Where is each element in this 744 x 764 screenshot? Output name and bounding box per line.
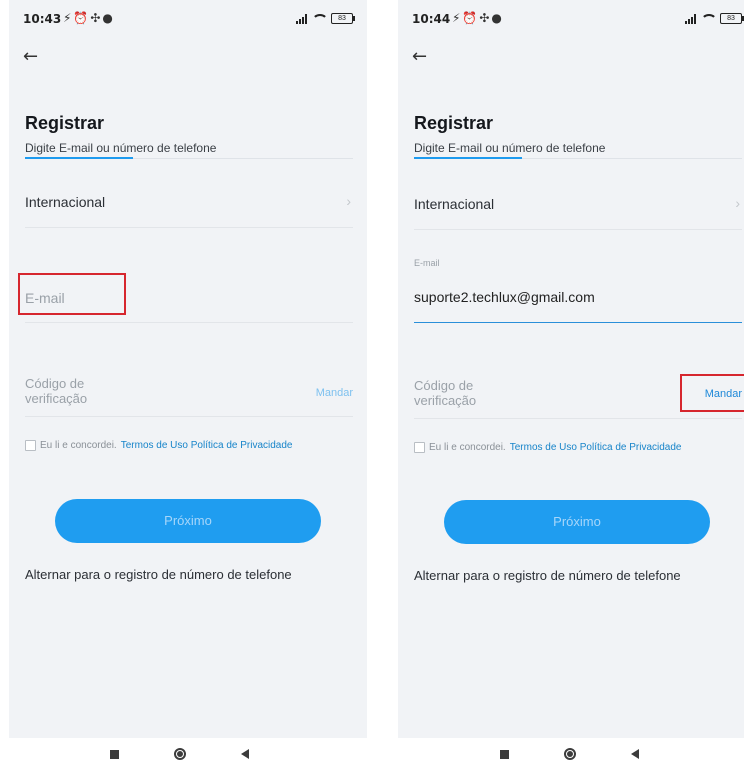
recent-apps-icon[interactable]: [500, 749, 509, 759]
back-triangle-icon[interactable]: [241, 749, 249, 759]
notification-icons: ⚡⏰✣●: [452, 11, 504, 25]
region-selector[interactable]: Internacional ›: [414, 190, 742, 220]
chevron-right-icon: ›: [735, 195, 740, 211]
status-bar: 10:43 ⚡⏰✣● 83: [23, 11, 355, 29]
region-label: Internacional: [414, 196, 495, 212]
divider: [25, 227, 353, 228]
status-right: 83: [296, 13, 355, 24]
wifi-icon: [312, 13, 326, 24]
code-underline: [25, 416, 353, 417]
agreement-row: Eu li e concordei. Termos de Uso Polític…: [414, 442, 681, 453]
recent-apps-icon[interactable]: [110, 749, 119, 759]
signal-icon: [685, 13, 696, 24]
divider: [414, 229, 742, 230]
back-arrow-icon[interactable]: ←: [23, 46, 38, 67]
status-right: 83: [685, 13, 744, 24]
email-underline-focused: [414, 322, 742, 323]
battery-icon: 83: [720, 13, 744, 24]
email-input[interactable]: [414, 289, 742, 305]
agree-text: Eu li e concordei.: [429, 442, 506, 453]
next-button[interactable]: Próximo: [444, 500, 710, 544]
wifi-icon: [701, 13, 715, 24]
signal-icon: [296, 13, 307, 24]
email-field-label: E-mail: [414, 258, 440, 268]
region-label: Internacional: [25, 194, 106, 210]
switch-to-phone-registration-link[interactable]: Alternar para o registro de número de te…: [414, 568, 681, 583]
back-triangle-icon[interactable]: [631, 749, 639, 759]
terms-privacy-link[interactable]: Termos de Uso Política de Privacidade: [510, 442, 682, 453]
verification-code-field[interactable]: Código de verificação: [414, 378, 476, 408]
terms-privacy-link[interactable]: Termos de Uso Política de Privacidade: [121, 440, 293, 451]
page-title: Registrar: [414, 113, 494, 133]
notification-icons: ⚡⏰✣●: [63, 11, 115, 25]
code-underline: [414, 418, 742, 419]
status-time: 10:43: [23, 12, 62, 26]
switch-to-phone-registration-link[interactable]: Alternar para o registro de número de te…: [25, 567, 292, 582]
highlight-box-email: [18, 273, 126, 315]
email-underline: [25, 322, 353, 323]
page-title: Registrar: [25, 113, 105, 133]
agree-text: Eu li e concordei.: [40, 440, 117, 451]
status-time: 10:44: [412, 12, 451, 26]
agree-checkbox[interactable]: [25, 440, 36, 451]
back-arrow-icon[interactable]: ←: [412, 46, 427, 67]
status-bar: 10:44 ⚡⏰✣● 83: [412, 11, 744, 29]
home-icon[interactable]: [174, 748, 186, 760]
tab-active-indicator: [414, 157, 522, 159]
home-icon[interactable]: [564, 748, 576, 760]
system-nav-bar-left: [110, 744, 249, 764]
verification-code-field[interactable]: Código de verificação: [25, 376, 87, 406]
tab-email-phone[interactable]: Digite E-mail ou número de telefone: [25, 141, 216, 155]
battery-icon: 83: [331, 13, 355, 24]
phone-screen-right: 10:44 ⚡⏰✣● 83 ← Registrar Digite E-mail …: [398, 0, 744, 738]
tab-email-phone[interactable]: Digite E-mail ou número de telefone: [414, 141, 605, 155]
tab-active-indicator: [25, 157, 133, 159]
phone-screen-left: 10:43 ⚡⏰✣● 83 ← Registrar Digite E-mail …: [9, 0, 367, 738]
next-button[interactable]: Próximo: [55, 499, 321, 543]
region-selector[interactable]: Internacional ›: [25, 188, 353, 218]
chevron-right-icon: ›: [346, 193, 351, 209]
highlight-box-send: [680, 374, 744, 412]
system-nav-bar-right: [500, 744, 639, 764]
send-code-button[interactable]: Mandar: [316, 387, 353, 399]
agreement-row: Eu li e concordei. Termos de Uso Polític…: [25, 440, 292, 451]
agree-checkbox[interactable]: [414, 442, 425, 453]
